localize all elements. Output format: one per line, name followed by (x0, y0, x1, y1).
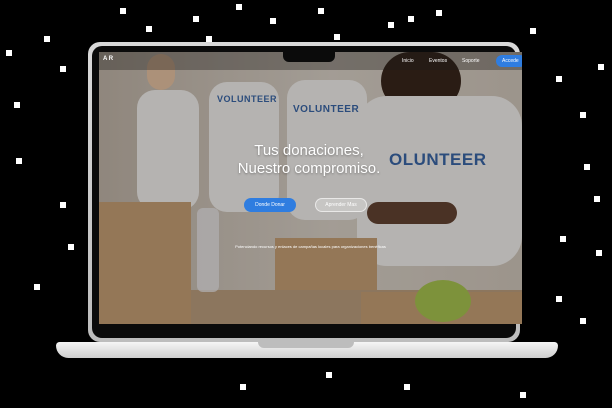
learn-more-button[interactable]: Aprender Mas (315, 198, 367, 212)
camera-notch (283, 52, 335, 62)
star (44, 36, 50, 42)
hero-subtitle: Potenciando recursos y enlaces de campañ… (235, 244, 386, 249)
star (60, 66, 66, 72)
star (596, 250, 602, 256)
star (560, 236, 566, 242)
star (584, 164, 590, 170)
hero-title-line-2: Nuestro compromiso. (237, 160, 381, 177)
star (520, 392, 526, 398)
nav-link-eventos[interactable]: Eventos (429, 58, 447, 64)
star (404, 384, 410, 390)
star (388, 22, 394, 28)
nav-link-inicio[interactable]: Inicio (402, 58, 414, 64)
laptop-screen: VOLUNTEER VOLUNTEER OLUNTEER A R Inicio … (99, 52, 522, 324)
star (34, 284, 40, 290)
star (326, 372, 332, 378)
star (270, 18, 276, 24)
laptop-base-lip (258, 342, 354, 348)
star (120, 8, 126, 14)
star (530, 28, 536, 34)
star (556, 76, 562, 82)
star (68, 244, 74, 250)
star (240, 384, 246, 390)
star (408, 16, 414, 22)
star (16, 158, 22, 164)
star (14, 102, 20, 108)
star (334, 34, 340, 40)
star (236, 4, 242, 10)
star (60, 202, 66, 208)
star (318, 8, 324, 14)
hero-title-line-1: Tus donaciones, (254, 142, 364, 159)
star (580, 112, 586, 118)
star (146, 26, 152, 32)
login-button[interactable]: Accede (496, 55, 522, 67)
donate-button[interactable]: Donde Donar (244, 198, 296, 212)
star (594, 196, 600, 202)
star (436, 10, 442, 16)
star (556, 296, 562, 302)
hero-overlay (99, 52, 522, 324)
star (6, 50, 12, 56)
star (580, 318, 586, 324)
star (193, 16, 199, 22)
site-logo[interactable]: A R (103, 56, 113, 62)
star (598, 64, 604, 70)
nav-link-soporte[interactable]: Soporte (462, 58, 480, 64)
